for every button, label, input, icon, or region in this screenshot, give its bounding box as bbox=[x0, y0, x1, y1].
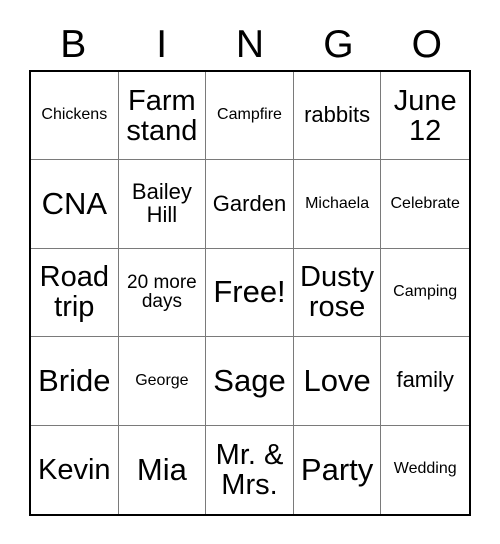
bingo-cell[interactable]: Camping bbox=[381, 248, 469, 338]
bingo-cell[interactable]: Mr. & Mrs. bbox=[206, 425, 294, 514]
bingo-cell[interactable]: Chickens bbox=[31, 72, 119, 161]
bingo-cell[interactable]: CNA bbox=[31, 160, 119, 249]
bingo-cell[interactable]: Farm stand bbox=[118, 72, 207, 161]
bingo-cell-label: CNA bbox=[41, 185, 108, 221]
bingo-cell-label: Kevin bbox=[38, 453, 111, 486]
bingo-cell-label: Road trip bbox=[39, 261, 109, 324]
bingo-header-letter-o: O bbox=[411, 22, 442, 66]
bingo-header-letter-i: I bbox=[156, 22, 168, 66]
bingo-cell-label: Dusty rose bbox=[300, 261, 375, 324]
bingo-cell-label: Celebrate bbox=[390, 194, 460, 212]
bingo-cell[interactable]: Campfire bbox=[206, 72, 294, 161]
bingo-cell-label: Campfire bbox=[217, 106, 282, 124]
bingo-cell[interactable]: Garden bbox=[206, 160, 294, 249]
bingo-cell[interactable]: Michaela bbox=[293, 160, 382, 249]
bingo-cell-label: Bride bbox=[38, 362, 111, 398]
bingo-card: B I N G O Chickens Farm stand Campfire r… bbox=[0, 0, 500, 544]
bingo-cell[interactable]: Wedding bbox=[381, 425, 469, 514]
bingo-grid: Chickens Farm stand Campfire rabbits Jun… bbox=[29, 70, 471, 516]
bingo-cell[interactable]: Celebrate bbox=[381, 160, 469, 249]
bingo-cell[interactable]: Dusty rose bbox=[293, 248, 382, 338]
bingo-header-letter-n: N bbox=[235, 22, 265, 66]
bingo-cell[interactable]: Party bbox=[293, 425, 382, 514]
bingo-cell[interactable]: 20 more days bbox=[118, 248, 207, 338]
bingo-cell-label: 20 more days bbox=[127, 271, 197, 313]
bingo-cell-label: June 12 bbox=[393, 84, 457, 147]
bingo-cell[interactable]: family bbox=[381, 337, 469, 426]
bingo-cell-label: Mia bbox=[136, 451, 187, 487]
bingo-cell[interactable]: Mia bbox=[118, 425, 207, 514]
bingo-cell-label: Mr. & Mrs. bbox=[215, 438, 284, 501]
bingo-cell[interactable]: rabbits bbox=[293, 72, 382, 161]
bingo-header-letter-b: B bbox=[60, 22, 87, 66]
bingo-cell-label: Wedding bbox=[393, 460, 457, 478]
bingo-cell-label: Farm stand bbox=[126, 84, 198, 147]
bingo-cell[interactable]: Road trip bbox=[31, 248, 119, 338]
bingo-cell-label: Bailey Hill bbox=[131, 179, 192, 228]
bingo-cell-label: Garden bbox=[212, 190, 287, 216]
bingo-cell[interactable]: Love bbox=[293, 337, 382, 426]
bingo-cell[interactable]: Bailey Hill bbox=[118, 160, 207, 249]
bingo-cell-label: rabbits bbox=[304, 102, 371, 128]
bingo-cell-label: Chickens bbox=[41, 106, 108, 124]
bingo-cell-label: George bbox=[135, 371, 189, 389]
bingo-cell[interactable]: Sage bbox=[206, 337, 294, 426]
bingo-header-row: B I N G O bbox=[29, 18, 471, 70]
bingo-cell-label: Camping bbox=[393, 283, 458, 301]
bingo-cell-label: Sage bbox=[213, 362, 286, 398]
bingo-cell-label: family bbox=[396, 367, 454, 393]
bingo-cell[interactable]: Kevin bbox=[31, 425, 119, 514]
bingo-cell-label: Michaela bbox=[305, 194, 370, 212]
bingo-cell-free[interactable]: Free! bbox=[206, 248, 294, 338]
bingo-cell[interactable]: George bbox=[118, 337, 207, 426]
bingo-header-letter-g: G bbox=[323, 22, 354, 66]
bingo-cell[interactable]: June 12 bbox=[381, 72, 469, 161]
bingo-cell-label: Love bbox=[303, 362, 371, 398]
bingo-cell-label: Party bbox=[300, 451, 374, 487]
bingo-cell-label: Free! bbox=[213, 274, 286, 310]
bingo-cell[interactable]: Bride bbox=[31, 337, 119, 426]
